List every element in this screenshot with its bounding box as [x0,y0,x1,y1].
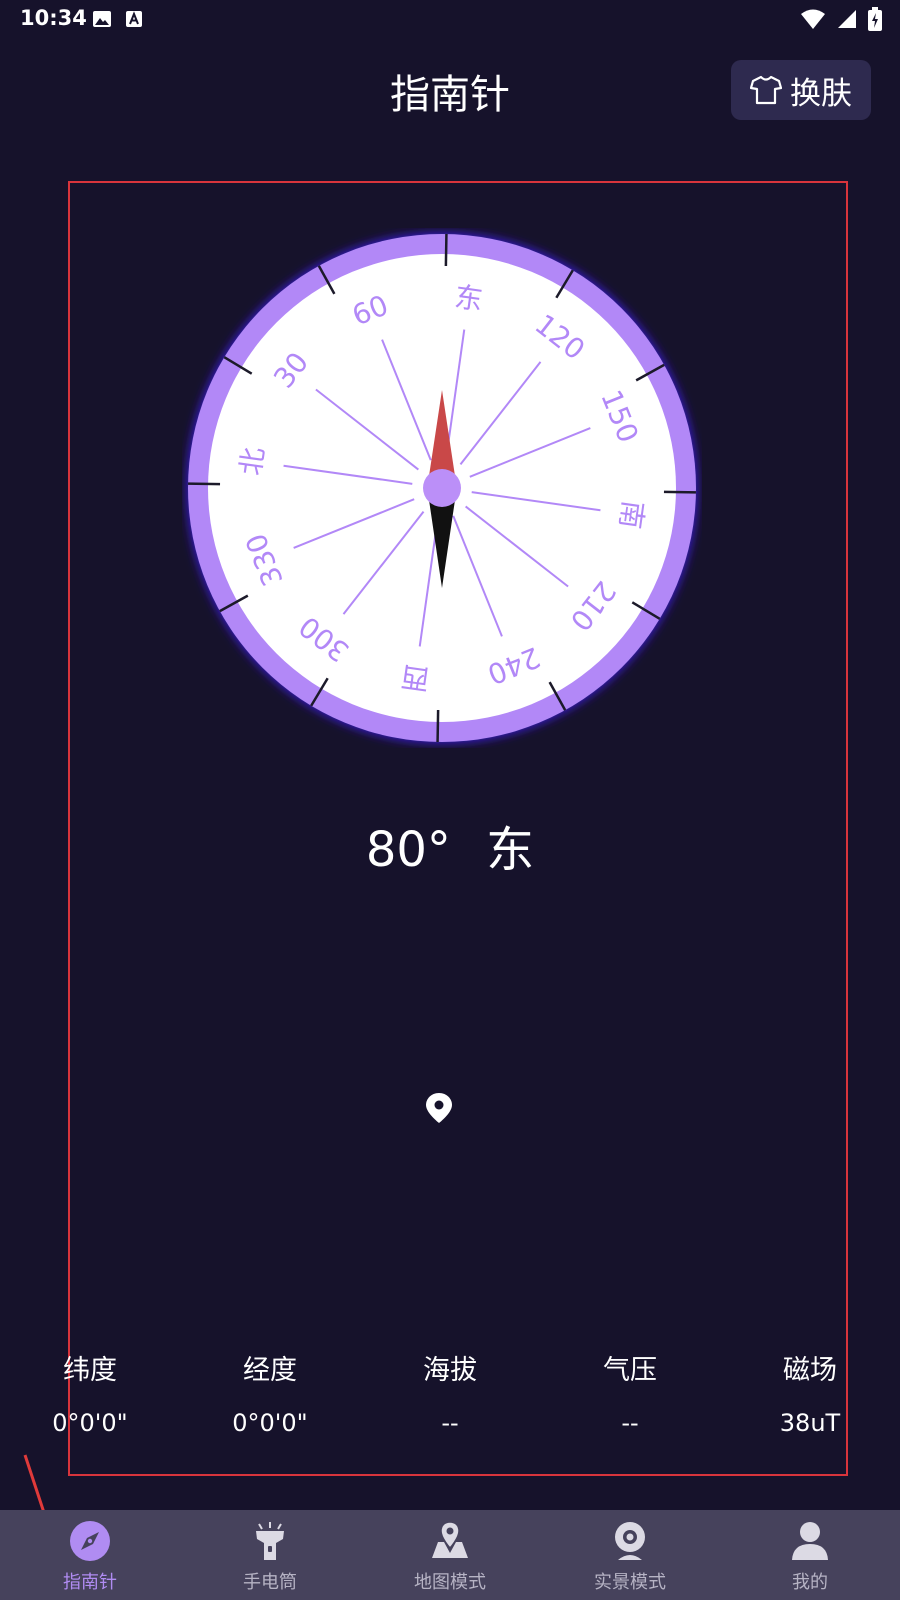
nav-item-flashlight[interactable]: 手电筒 [180,1510,360,1600]
heading-direction: 东 [486,822,535,878]
info-value: 0°0'0" [52,1409,128,1437]
compass-dial-label: 东 [452,280,484,317]
nav-item-compass[interactable]: 指南针 [0,1510,180,1600]
compass-dial-label: 西 [399,659,431,696]
signal-icon [838,10,856,28]
image-notification-icon [93,11,111,27]
compass-dial: 北3060 东120150南210240西300330 [187,233,697,743]
user-icon [792,1522,828,1560]
info-value: -- [621,1409,639,1437]
info-value: 0°0'0" [232,1409,308,1437]
map-icon [432,1521,468,1558]
nav-label: 我的 [792,1572,828,1593]
nav-label: 手电筒 [243,1572,297,1593]
info-label: 气压 [603,1355,657,1386]
nav-item-live-view[interactable]: 实景模式 [540,1510,720,1600]
battery-icon [868,7,882,31]
compass-dial-label: 北 [234,445,271,477]
needle-hub [423,469,461,507]
info-label: 磁场 [783,1355,837,1386]
status-bar: 10:34 [0,0,900,40]
nav-item-profile[interactable]: 我的 [720,1510,900,1600]
compass-tick [436,709,440,742]
nav-item-map[interactable]: 地图模式 [360,1510,540,1600]
info-label: 纬度 [63,1355,117,1386]
compass-tick [444,234,448,267]
compass-tick [188,482,221,486]
info-longitude: 经度 0°0'0" [190,1348,350,1437]
info-label: 经度 [243,1355,297,1386]
info-label: 海拔 [423,1355,477,1386]
compass-icon [70,1521,110,1561]
sensor-info-row: 纬度 0°0'0" 经度 0°0'0" 海拔 -- 气压 -- 磁场 38uT [0,1348,900,1437]
bottom-nav: 指南针 手电筒 地图模式 实景模式 我的 [0,1510,900,1600]
info-magnetic-field: 磁场 38uT [730,1348,890,1437]
wifi-icon [801,9,825,29]
heading-degrees: 80° [365,822,451,878]
compass-tick [663,490,696,494]
tshirt-icon [750,75,782,105]
info-pressure: 气压 -- [550,1348,710,1437]
info-altitude: 海拔 -- [370,1348,530,1437]
location-pin-icon[interactable] [424,1092,454,1124]
change-skin-button[interactable]: 换肤 [731,60,871,120]
info-value: -- [441,1409,459,1437]
heading-readout: 80° 东 [0,810,900,880]
nav-label: 实景模式 [594,1572,666,1593]
compass-dial-label: 南 [613,498,650,530]
change-skin-label: 换肤 [790,75,852,112]
nav-label: 地图模式 [414,1572,486,1593]
status-time: 10:34 [20,6,87,30]
a-notification-icon [126,11,142,27]
flashlight-icon [256,1522,284,1560]
nav-label: 指南针 [63,1572,117,1593]
info-latitude: 纬度 0°0'0" [10,1348,170,1437]
camera-icon [615,1522,645,1560]
info-value: 38uT [779,1409,841,1437]
